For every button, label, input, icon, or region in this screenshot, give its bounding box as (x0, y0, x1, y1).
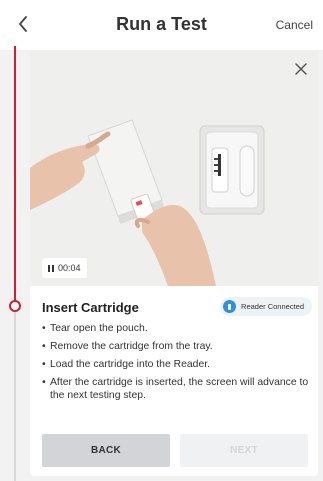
timer-text: 00:04 (58, 263, 81, 273)
close-button[interactable] (290, 58, 312, 80)
step-title: Insert Cartridge (42, 300, 139, 315)
list-item: Remove the cartridge from the tray. (42, 340, 312, 353)
reader-connected-icon (223, 300, 237, 313)
page-title: Run a Test (116, 14, 207, 34)
header-bar: Run a Test Cancel (0, 0, 323, 50)
cartridge-tray-illustration (199, 125, 265, 215)
instruction-list: Tear open the pouch. Remove the cartridg… (42, 322, 312, 407)
reader-status-text: Reader Connected (241, 302, 304, 311)
list-item: Load the cartridge into the Reader. (42, 358, 312, 371)
video-frame-illustration (30, 50, 318, 286)
back-chevron-button[interactable] (13, 12, 33, 36)
list-item: After the cartridge is inserted, the scr… (42, 376, 312, 402)
pause-icon (48, 264, 54, 272)
current-step-marker (9, 300, 21, 312)
step-card: 00:04 Insert Cartridge Reader Connected … (30, 50, 318, 476)
cancel-button[interactable]: Cancel (276, 18, 313, 32)
back-button[interactable]: BACK (42, 434, 170, 467)
progress-timeline-inactive (14, 310, 16, 481)
chevron-left-icon (19, 16, 27, 32)
list-item: Tear open the pouch. (42, 322, 312, 335)
next-button[interactable]: NEXT (180, 434, 308, 467)
reader-status-badge: Reader Connected (220, 297, 312, 316)
video-timer[interactable]: 00:04 (42, 258, 87, 278)
close-icon (295, 63, 307, 75)
progress-timeline-active (14, 46, 16, 302)
instruction-video[interactable]: 00:04 (30, 50, 318, 286)
